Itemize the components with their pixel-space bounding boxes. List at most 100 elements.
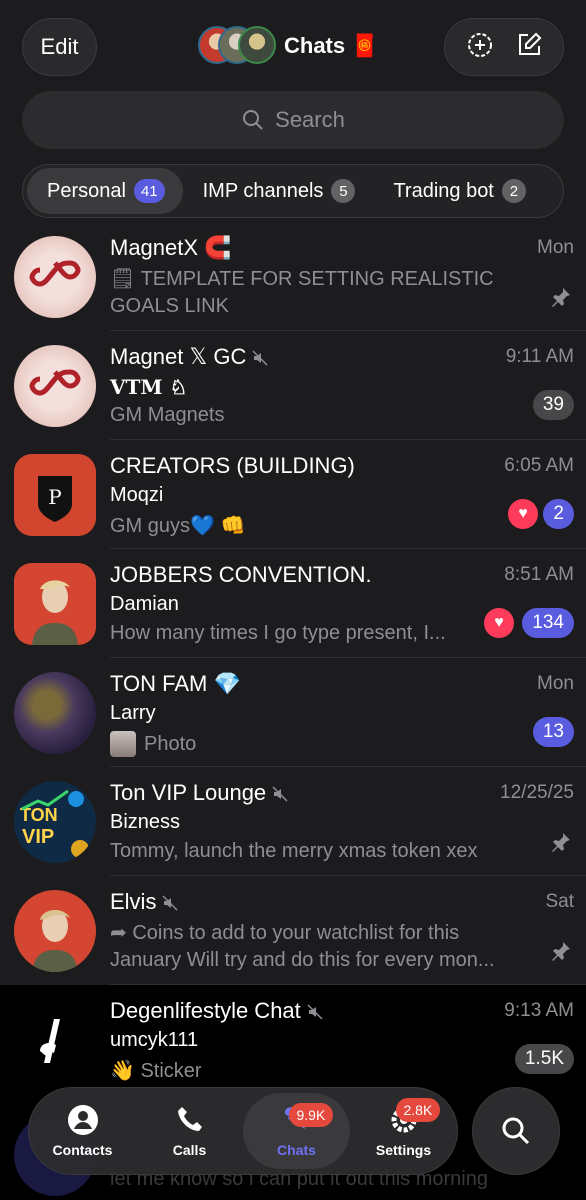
plus-circle-icon (467, 32, 492, 57)
tab-label: Calls (172, 1142, 207, 1158)
chat-name: Ton VIP Lounge (110, 780, 288, 806)
title-area[interactable]: Chats 🧧 (198, 24, 379, 68)
chat-name: MagnetX 🧲 (110, 235, 232, 260)
tab-chats[interactable]: Chats 9.9K (243, 1093, 350, 1169)
search-icon (502, 1117, 530, 1145)
mute-icon (307, 1004, 323, 1020)
new-story-button[interactable] (465, 30, 495, 65)
chat-name: CREATORS (BUILDING) (110, 453, 355, 478)
search-icon (243, 110, 263, 130)
pin-icon (552, 288, 570, 307)
svg-text:VIP: VIP (22, 826, 54, 848)
person-icon (67, 1105, 98, 1135)
reaction-heart-icon: ♥ (484, 608, 514, 638)
chat-row[interactable]: Magnet 𝕏 GC 9:11 AM 𝐕𝐓𝐌 ♘ GM Magnets 39 (0, 331, 586, 440)
tab-label: IMP channels (202, 179, 324, 202)
chat-time: 6:05 AM (504, 455, 574, 476)
chat-row[interactable]: Elvis Sat ➦ Coins to add to your watchli… (0, 876, 586, 985)
chat-name: Magnet 𝕏 GC (110, 344, 268, 370)
reaction-heart-icon: ♥ (508, 499, 538, 529)
tab-contacts[interactable]: Contacts (29, 1088, 136, 1174)
app-screen: Edit Chats 🧧 Search Personal 41 IMP chan… (0, 0, 586, 1200)
chat-preview-line1: ➦ Coins to add to your watchlist for thi… (110, 922, 460, 944)
stories-avatars[interactable] (198, 26, 278, 66)
tab-personal[interactable]: Personal 41 (27, 168, 183, 214)
search-bar[interactable]: Search (22, 91, 564, 149)
chat-row[interactable]: MagnetX 🧲 Mon 🗒 TEMPLATE FOR SETTING REA… (0, 222, 586, 331)
tab-label: Chats (277, 1142, 316, 1158)
tab-count: 2 (501, 179, 526, 203)
chat-time: Mon (537, 673, 574, 694)
mute-icon (162, 895, 178, 911)
chat-avatar: TON VIP (14, 781, 96, 863)
chat-sender: umcyk111 (110, 1029, 199, 1051)
tab-settings[interactable]: Settings 2.8K (350, 1088, 457, 1174)
chat-preview: GM guys💙 👊 (110, 515, 246, 537)
edit-button[interactable]: Edit (22, 18, 97, 76)
bottom-tab-bar: Contacts Calls Chats 9.9K Settings 2.8K (28, 1087, 458, 1175)
tab-count: 41 (133, 179, 165, 203)
chat-row[interactable]: TON VIP Ton VIP Lounge 12/25/25 Bizness T… (0, 767, 586, 876)
phone-icon (177, 1107, 202, 1131)
chat-row[interactable]: TON FAM 💎 Mon Larry Photo 13 (0, 658, 586, 767)
pin-icon (552, 942, 570, 961)
chat-preview-line1: 🗒 TEMPLATE FOR SETTING REALISTIC (110, 268, 494, 290)
chat-preview-line2: January Will try and do this for every m… (110, 949, 495, 971)
chat-name: Degenlifestyle Chat (110, 998, 323, 1024)
chat-preview: GM Magnets (110, 404, 225, 426)
mute-icon (272, 786, 288, 802)
chat-preview: 👋 Sticker (110, 1060, 202, 1082)
chat-sender: Moqzi (110, 484, 164, 506)
mute-icon (252, 350, 268, 366)
tab-label: Settings (375, 1142, 432, 1158)
chat-time: 9:11 AM (505, 346, 574, 367)
tab-imp-channels[interactable]: IMP channels 5 (183, 168, 374, 214)
chat-avatar (14, 890, 96, 972)
header-actions (444, 18, 564, 76)
chat-row[interactable]: Degenlifestyle Chat 9:13 AM umcyk111 👋 S… (0, 985, 586, 1094)
compose-button[interactable] (514, 30, 544, 65)
title-emoji: 🧧 (351, 33, 379, 58)
unread-badge: 2 (543, 499, 574, 529)
chat-time: Mon (537, 237, 574, 258)
unread-badge: 1.5K (514, 1044, 574, 1074)
chat-name: TON FAM 💎 (110, 671, 241, 696)
chat-preview-line2: GOALS LINK (110, 295, 229, 317)
search-placeholder: Search (275, 107, 345, 132)
search-button[interactable] (472, 1087, 560, 1175)
chat-row[interactable]: JOBBERS CONVENTION. 8:51 AM Damian How m… (0, 549, 586, 658)
unread-badge: 39 (532, 390, 574, 420)
tab-count: 5 (331, 179, 356, 203)
chat-sender: Damian (110, 593, 179, 615)
tab-badge: 9.9K (288, 1103, 334, 1127)
chat-avatar (14, 999, 96, 1081)
folder-tabs: Personal 41 IMP channels 5 Trading bot 2 (22, 164, 564, 218)
chat-sender: Bizness (110, 811, 181, 833)
chat-time: 8:51 AM (504, 564, 574, 585)
tab-label: Trading bot (393, 179, 494, 202)
chat-row[interactable]: P CREATORS (BUILDING) 6:05 AM Moqzi GM g… (0, 440, 586, 549)
photo-thumbnail (110, 731, 136, 757)
tab-calls[interactable]: Calls (136, 1088, 243, 1174)
chat-sender: 𝐕𝐓𝐌 ♘ (110, 375, 188, 399)
unread-badge: 13 (532, 717, 574, 747)
chat-avatar (14, 672, 96, 754)
chat-sender: Larry (110, 702, 156, 724)
chat-time: 12/25/25 (500, 782, 574, 803)
tab-label: Contacts (52, 1142, 113, 1158)
tab-trading-bot[interactable]: Trading bot 2 (373, 168, 543, 214)
story-avatar (238, 26, 276, 64)
chat-name: JOBBERS CONVENTION. (110, 562, 372, 587)
chat-preview: Photo (110, 731, 196, 757)
chat-avatar (14, 345, 96, 427)
svg-text:P: P (48, 485, 61, 509)
chat-name: Elvis (110, 889, 178, 915)
chat-time: Sat (545, 891, 574, 912)
chat-time: 9:13 AM (504, 1000, 574, 1021)
chat-preview: Tommy, launch the merry xmas token xex (110, 840, 478, 862)
header: Edit Chats 🧧 (0, 0, 586, 92)
tab-badge: 2.8K (395, 1098, 441, 1122)
unread-badge: 134 (522, 608, 574, 638)
compose-icon (518, 32, 541, 55)
chat-avatar (14, 563, 96, 645)
